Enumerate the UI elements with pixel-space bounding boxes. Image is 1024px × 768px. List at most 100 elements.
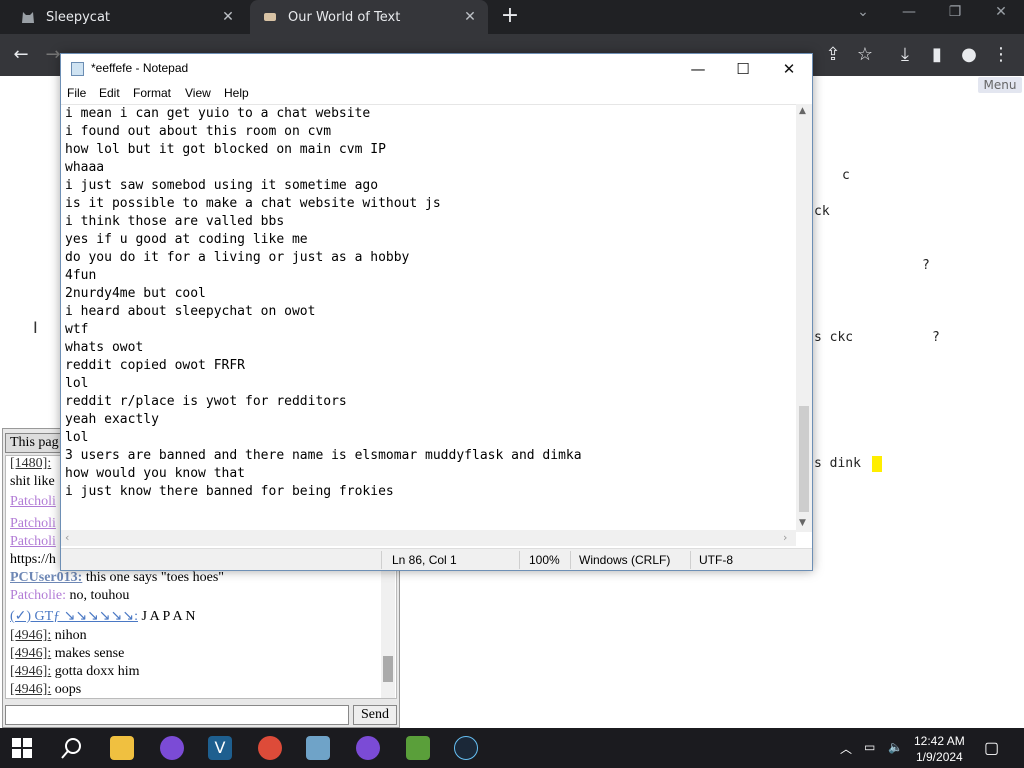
owot-text-cursor [872, 456, 882, 472]
status-divider [381, 551, 382, 569]
text-line: reddit r/place is ywot for redditors [65, 394, 347, 409]
notepad-text-area[interactable]: i mean i can get yuio to a chat website … [61, 104, 812, 542]
text-line: whaaa [65, 160, 105, 175]
notification-icon[interactable]: ▢ [984, 738, 999, 758]
close-icon[interactable]: ✕ [218, 9, 238, 25]
chat-input[interactable] [5, 705, 349, 725]
chat-message: (✓) GTƒ ↘↘↘↘↘↘: J A P A N [10, 609, 196, 624]
taskbar: V ︿ ▭ 🔈 12:42 AM 1/9/2024 ▢ [0, 728, 1024, 768]
network-icon[interactable]: ▭ [864, 740, 875, 754]
close-icon[interactable]: ✕ [460, 9, 480, 25]
minimize-button[interactable]: — [683, 58, 713, 80]
text-line: 2nurdy4me but cool [65, 286, 206, 301]
text-line: is it possible to make a chat website wi… [65, 196, 441, 211]
text-line: reddit copied owot FRFR [65, 358, 246, 373]
chevron-down-icon[interactable]: ⌄ [848, 4, 878, 20]
notepad-window: *eeffefe - Notepad — ☐ ✕ File Edit Forma… [60, 53, 813, 571]
maximize-button[interactable]: ☐ [728, 58, 758, 80]
chat-message: [4946]: makes sense [10, 646, 125, 661]
notepad-icon [71, 62, 84, 76]
back-arrow-icon[interactable]: ← [10, 44, 32, 66]
menu-file[interactable]: File [67, 86, 86, 100]
tab-our-world-of-text[interactable]: Our World of Text ✕ [250, 0, 488, 34]
windows-start-icon[interactable] [12, 738, 32, 762]
virtualbox-icon[interactable]: V [208, 736, 232, 760]
notepad-horizontal-scrollbar[interactable]: ‹ › [61, 530, 796, 546]
text-line: yes if u good at coding like me [65, 232, 308, 247]
steam-icon[interactable] [454, 736, 478, 760]
sidebar-icon[interactable]: ▮ [926, 44, 948, 66]
notepad-scrollbar-thumb[interactable] [799, 406, 809, 512]
chat-scrollbar-thumb[interactable] [383, 656, 393, 682]
menu-format[interactable]: Format [133, 86, 171, 100]
tor-browser-icon[interactable] [356, 736, 380, 760]
chat-message: [4946]: gotta doxx him [10, 664, 140, 679]
chat-message: Patcholi [10, 516, 56, 531]
tab-sleepycat[interactable]: Sleepycat ✕ [8, 0, 246, 34]
chat-message: https://h [10, 552, 56, 567]
owot-text-fragment: c [842, 168, 850, 183]
notepad-vertical-scrollbar[interactable]: ▲ ▼ [796, 104, 812, 532]
owot-text-fragment: s ckc [814, 330, 854, 345]
text-line: do you do it for a living or just as a h… [65, 250, 410, 265]
scroll-down-icon[interactable]: ▼ [799, 518, 806, 528]
more-menu-icon[interactable]: ⋮ [990, 44, 1012, 66]
text-line: i just saw somebod using it sometime ago [65, 178, 379, 193]
send-button[interactable]: Send [353, 705, 397, 725]
profile-icon[interactable]: ● [958, 44, 980, 66]
cat-icon [20, 9, 36, 25]
close-button[interactable]: ✕ [986, 4, 1016, 20]
status-divider [519, 551, 520, 569]
cursor-position: Ln 86, Col 1 [392, 553, 457, 567]
chrome-icon[interactable] [258, 736, 282, 760]
chat-message: Patcholi [10, 534, 56, 549]
menu-edit[interactable]: Edit [99, 86, 120, 100]
text-line: wtf [65, 322, 89, 337]
file-explorer-icon[interactable] [110, 736, 134, 760]
text-line: i mean i can get yuio to a chat website [65, 106, 371, 121]
game-icon[interactable] [406, 736, 430, 760]
share-icon[interactable]: ⇪ [822, 44, 844, 66]
close-button[interactable]: ✕ [774, 58, 804, 80]
star-icon[interactable]: ☆ [854, 44, 876, 66]
notepad-title-bar[interactable]: *eeffefe - Notepad — ☐ ✕ [61, 54, 812, 84]
text-line: i think those are valled bbs [65, 214, 285, 229]
menu-help[interactable]: Help [224, 86, 249, 100]
encoding: UTF-8 [699, 553, 733, 567]
scroll-left-icon[interactable]: ‹ [65, 531, 69, 544]
text-line: lol [65, 376, 89, 391]
chat-message: Patcholi [10, 494, 56, 509]
text-line: i just know there banned for being froki… [65, 484, 394, 499]
notepad-status-bar: Ln 86, Col 1 100% Windows (CRLF) UTF-8 [61, 548, 812, 570]
scroll-right-icon[interactable]: › [783, 531, 787, 544]
search-icon[interactable] [60, 736, 84, 764]
menu-view[interactable]: View [185, 86, 211, 100]
scroll-up-icon[interactable]: ▲ [799, 106, 806, 116]
status-divider [570, 551, 571, 569]
volume-icon[interactable]: 🔈 [888, 740, 903, 754]
status-divider [690, 551, 691, 569]
clock-date[interactable]: 1/9/2024 [916, 750, 963, 764]
chat-message: [4946]: oops [10, 682, 82, 697]
text-line: how would you know that [65, 466, 246, 481]
text-line: how lol but it got blocked on main cvm I… [65, 142, 386, 157]
notepad-menu-bar: File Edit Format View Help [61, 84, 812, 104]
chat-message: shit like [10, 474, 55, 489]
text-line: 4fun [65, 268, 97, 283]
restore-button[interactable]: ❐ [940, 4, 970, 20]
tor-browser-icon[interactable] [160, 736, 184, 760]
chevron-up-icon[interactable]: ︿ [840, 740, 852, 757]
chat-message: [4946]: nihon [10, 628, 87, 643]
text-line: i found out about this room on cvm [65, 124, 332, 139]
chat-message: [1480]: [10, 456, 52, 471]
minimize-button[interactable]: — [894, 4, 924, 20]
download-icon[interactable]: ⤓ [894, 44, 916, 66]
text-line: i heard about sleepychat on owot [65, 304, 316, 319]
clock-time[interactable]: 12:42 AM [914, 734, 965, 748]
text-line: whats owot [65, 340, 144, 355]
owot-menu-button[interactable]: Menu [978, 77, 1022, 93]
owot-text-fragment: ? [922, 258, 930, 273]
new-tab-button[interactable]: + [498, 5, 522, 29]
zoom-level: 100% [529, 553, 560, 567]
notepad-taskbar-icon[interactable] [306, 736, 330, 760]
